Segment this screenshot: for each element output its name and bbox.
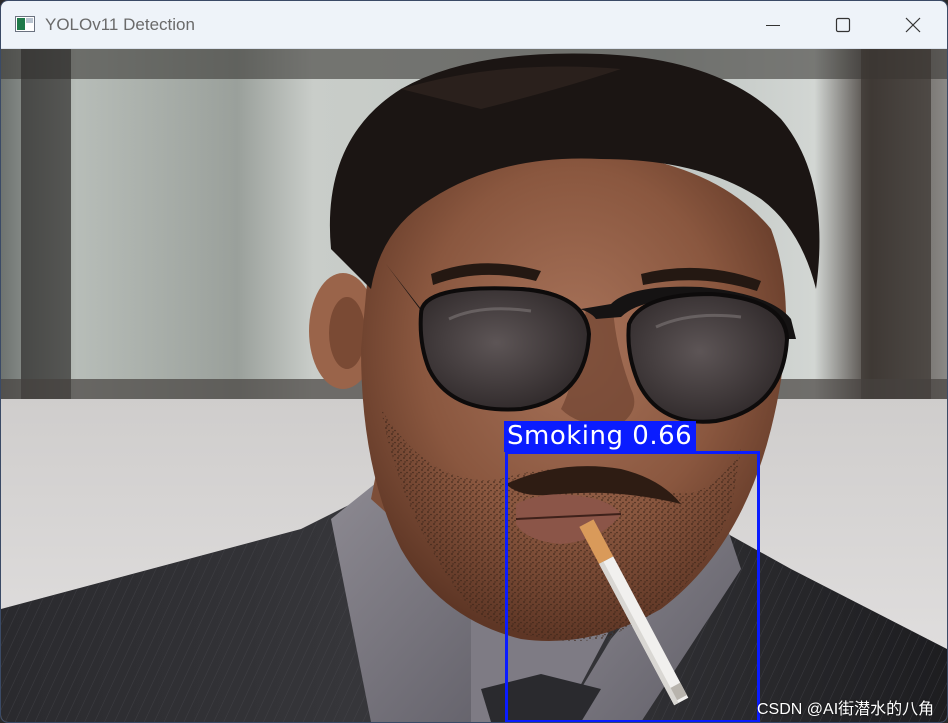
detection-bounding-box	[505, 451, 760, 722]
title-bar[interactable]: YOLOv11 Detection	[1, 1, 947, 49]
image-view: Smoking 0.66 CSDN @AI街潜水的八角	[1, 49, 947, 722]
detection-image	[1, 49, 947, 722]
app-window-icon	[15, 16, 35, 32]
minimize-icon	[766, 25, 780, 26]
window-title: YOLOv11 Detection	[45, 15, 195, 34]
maximize-icon	[835, 17, 851, 33]
maximize-button[interactable]	[808, 1, 878, 48]
detection-confidence: 0.66	[632, 421, 693, 451]
close-icon	[905, 17, 921, 33]
watermark: CSDN @AI街潜水的八角	[757, 701, 935, 718]
minimize-button[interactable]	[738, 1, 808, 48]
detection-label: Smoking 0.66	[504, 421, 697, 452]
close-button[interactable]	[878, 1, 947, 48]
app-window: YOLOv11 Detection Smoking 0.66 CSDN @AI街…	[0, 0, 948, 723]
detection-class: Smoking	[507, 421, 624, 451]
